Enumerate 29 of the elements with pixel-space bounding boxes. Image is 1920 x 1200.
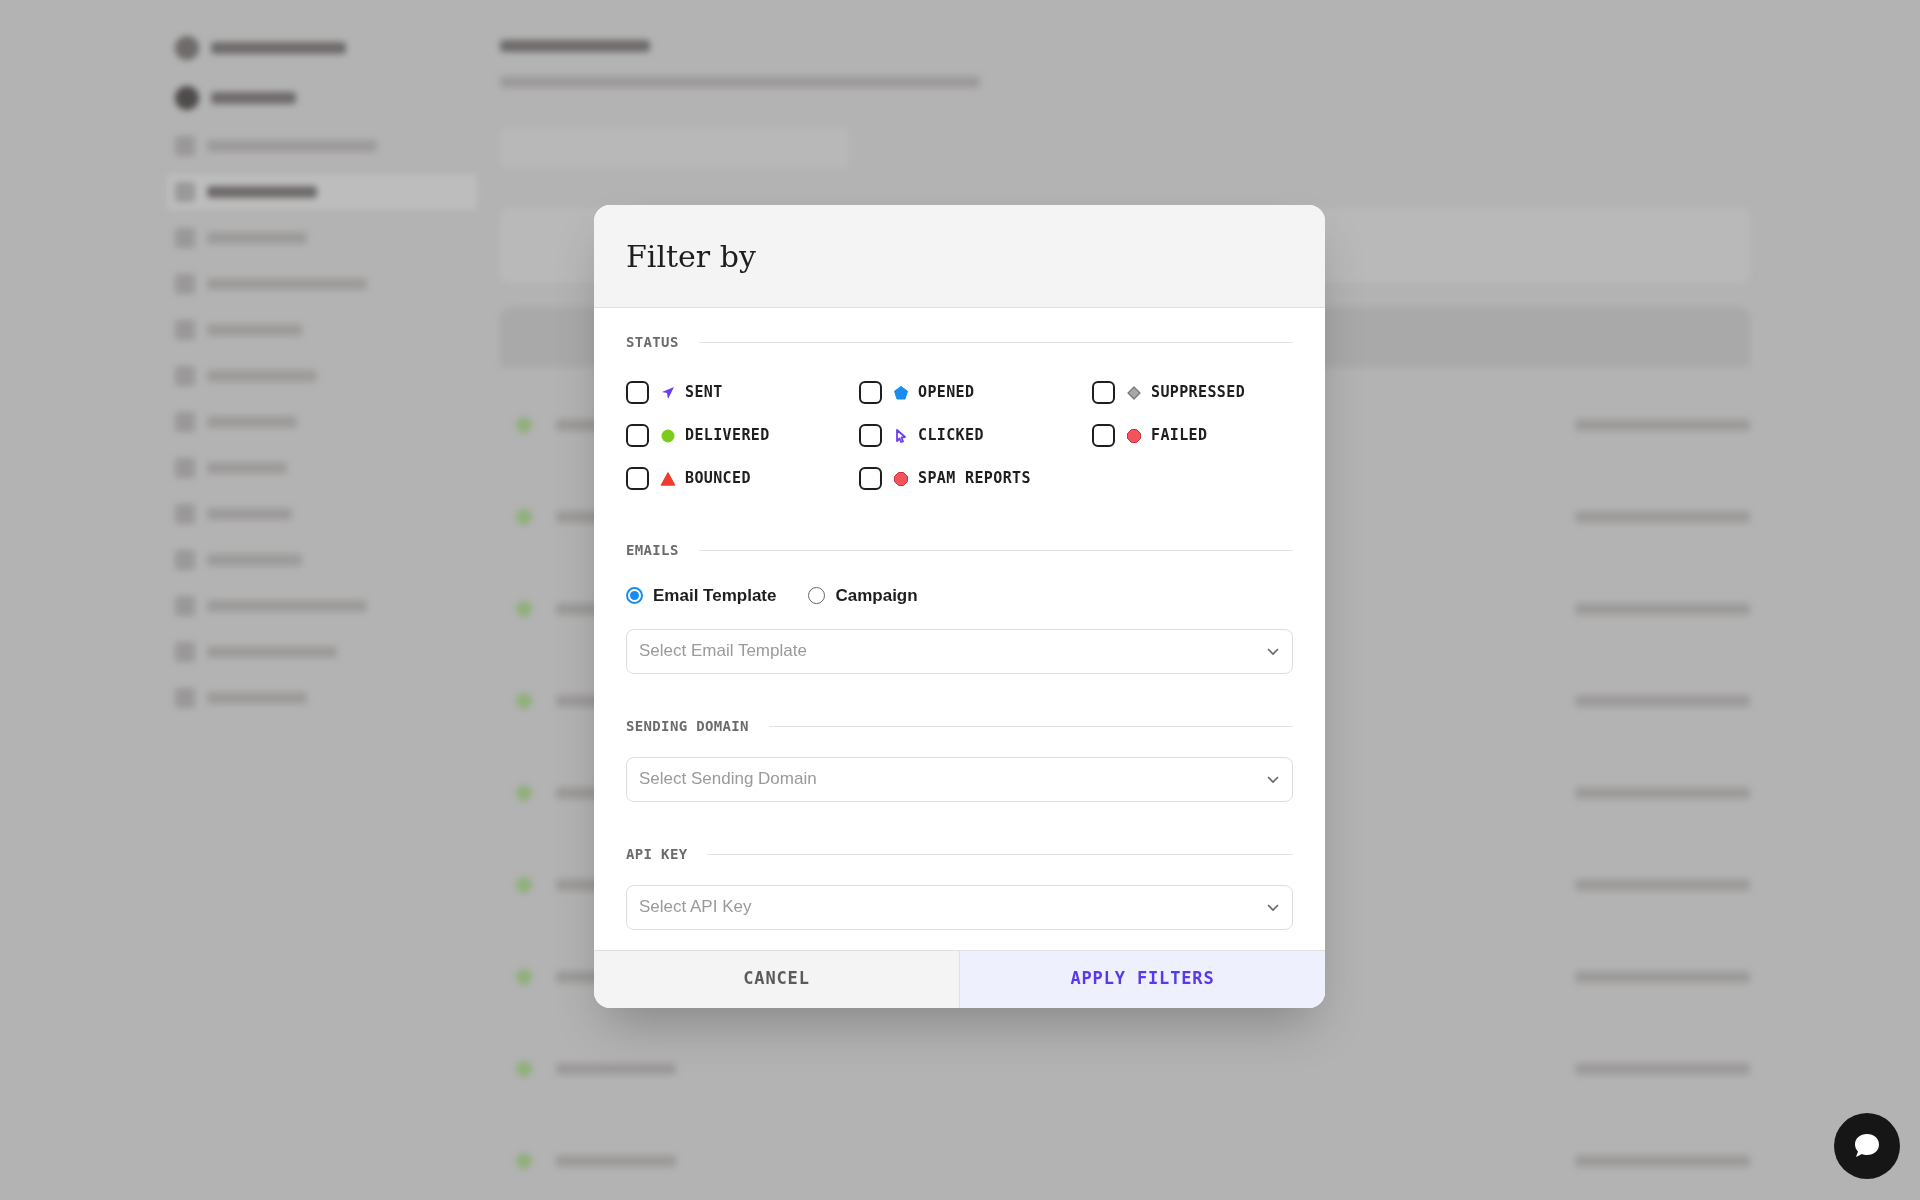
status-label: FAILED [1151,425,1208,447]
section-heading: API KEY [626,844,688,864]
radio-button[interactable] [626,587,643,605]
select-field[interactable]: Select Sending Domain [626,756,1293,802]
section-heading: STATUS [626,333,679,352]
dialog-title: Filter by [626,237,756,276]
select-field[interactable]: Select API Key [626,884,1293,930]
status-label: BOUNCED [685,468,751,490]
status-label: SPAM REPORTS [918,468,1031,490]
radio-label: Email Template [653,585,777,607]
checkbox[interactable] [859,381,882,404]
checkbox[interactable] [626,381,649,404]
section-heading: EMAILS [626,541,679,560]
checkbox[interactable] [1092,381,1115,404]
apply-button[interactable]: APPLY FILTERS [959,950,1325,1008]
status-label: SENT [685,382,723,404]
checkbox[interactable] [859,424,882,447]
status-label: SUPPRESSED [1151,382,1246,404]
status-label: CLICKED [918,425,984,447]
radio-label: Campaign [835,585,918,607]
status-label: OPENED [918,382,975,404]
checkbox[interactable] [626,424,649,447]
select-field[interactable]: Select Email Template [626,628,1293,674]
checkbox[interactable] [1092,424,1115,447]
checkbox[interactable] [626,467,649,490]
section-heading: SENDING DOMAIN [626,716,749,736]
cancel-button[interactable]: CANCEL [594,950,959,1008]
status-label: DELIVERED [685,425,770,447]
checkbox[interactable] [859,467,882,490]
